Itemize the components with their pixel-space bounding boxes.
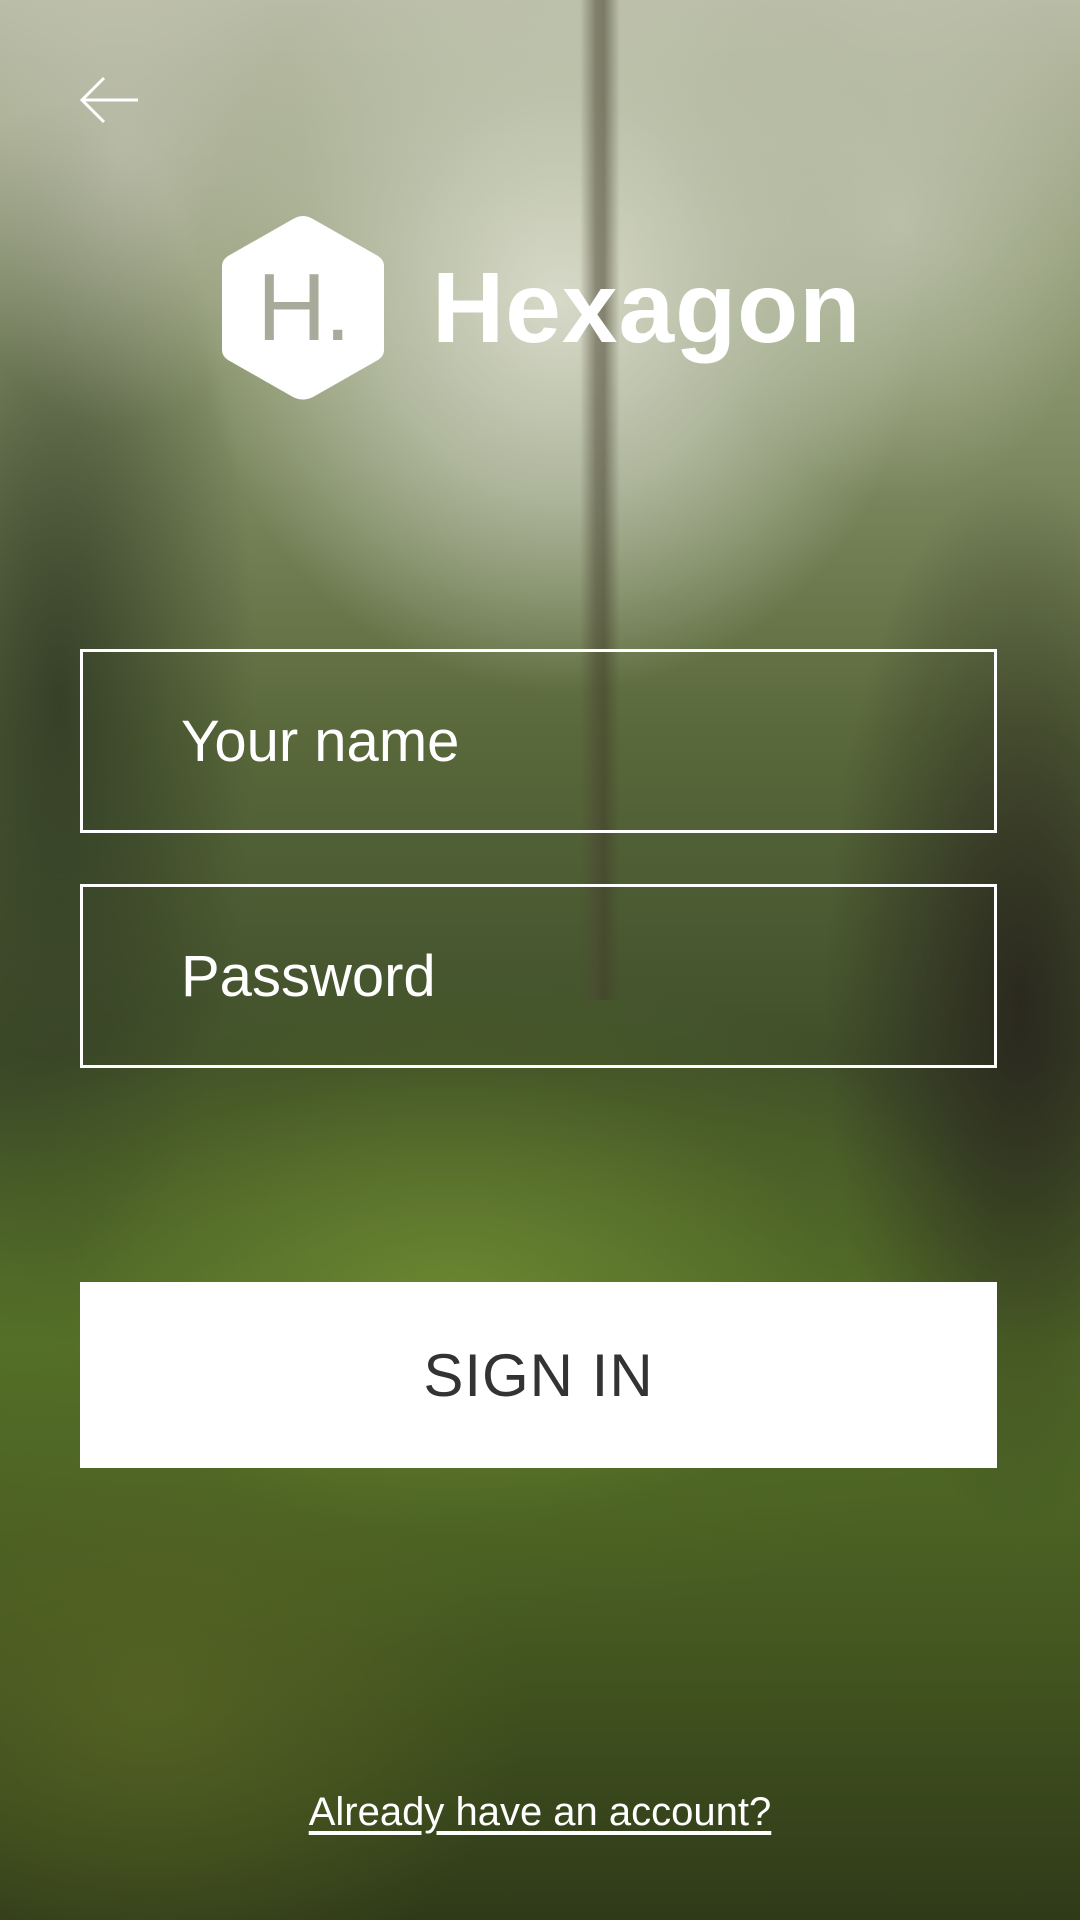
password-input[interactable]: [83, 942, 994, 1010]
name-field[interactable]: [80, 649, 997, 833]
hexagon-icon: H.: [218, 212, 388, 404]
arrow-left-icon: [79, 76, 138, 124]
sign-in-button[interactable]: SIGN IN: [80, 1282, 997, 1468]
brand-name: Hexagon: [432, 252, 862, 364]
already-have-account-link[interactable]: Already have an account?: [0, 1790, 1080, 1835]
sign-in-screen: H. Hexagon SIGN IN Already have an accou…: [0, 0, 1080, 1920]
app-logo: H. Hexagon: [218, 212, 861, 404]
password-field[interactable]: [80, 884, 997, 1068]
logo-mark-letter: H.: [257, 254, 351, 361]
name-input[interactable]: [83, 707, 994, 775]
back-button[interactable]: [78, 76, 142, 124]
